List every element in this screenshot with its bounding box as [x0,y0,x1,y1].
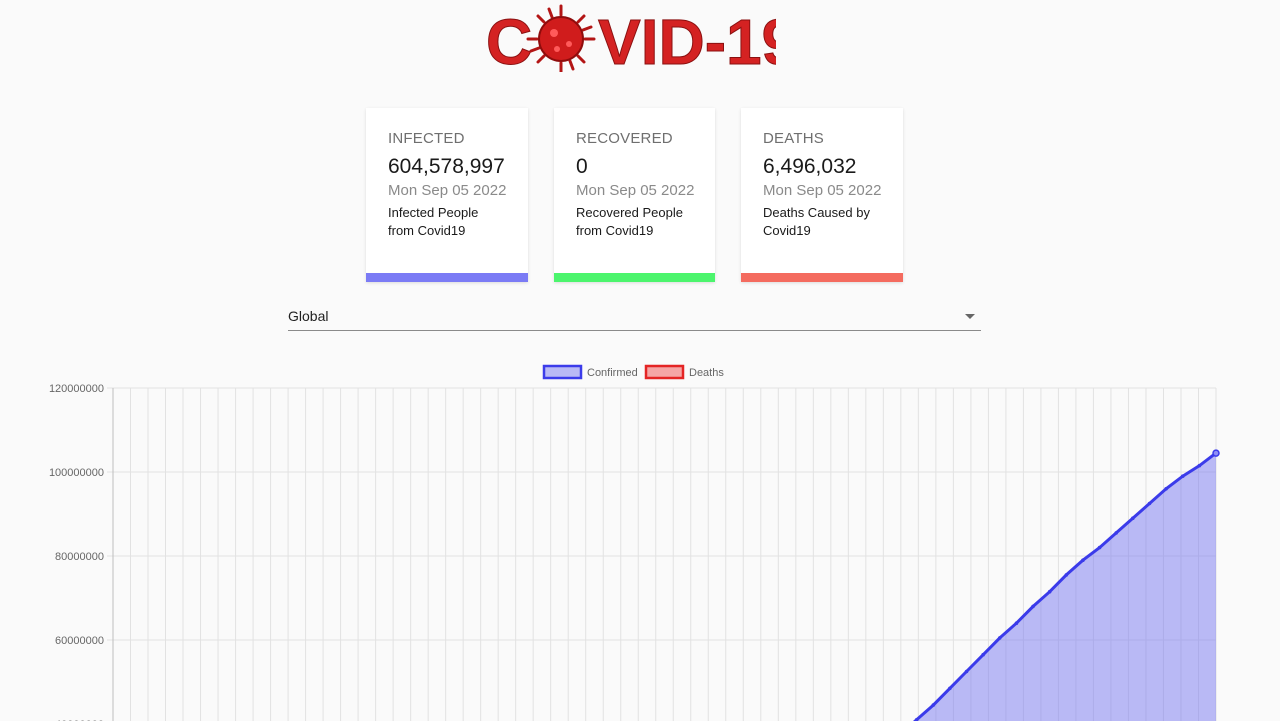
dropdown-arrow-icon [965,314,975,319]
infected-card: INFECTED 604,578,997 Mon Sep 05 2022 Inf… [366,108,528,282]
confirmed-point [1081,558,1085,562]
chart-legend: Confirmed Deaths [542,364,724,380]
card-description: Infected People from Covid19 [388,205,479,238]
confirmed-point [1197,463,1202,468]
country-select[interactable]: Global [288,300,981,331]
card-description: Deaths Caused by Covid19 [763,205,870,238]
card-date: Mon Sep 05 2022 [763,182,882,199]
card-date: Mon Sep 05 2022 [388,182,507,199]
confirmed-point [1031,604,1035,609]
card-color-bar [366,273,528,282]
card-color-bar [741,273,903,282]
confirmed-point [1014,621,1019,625]
deaths-card: DEATHS 6,496,032 Mon Sep 05 2022 Deaths … [741,108,903,282]
confirmed-point [997,636,1002,640]
confirmed-point [1097,545,1102,550]
card-title: INFECTED [388,130,465,147]
confirmed-point [1180,474,1185,478]
confirmed-point [948,686,952,691]
logo-text-vid19: VID-19 [598,6,776,72]
y-tick-label: 60000000 [55,635,104,647]
cases-chart: 1200000001000000008000000060000000400000… [49,364,1220,721]
card-title: RECOVERED [576,130,673,147]
confirmed-point [1164,487,1168,491]
confirmed-point [981,652,985,657]
legend-label-deaths: Deaths [689,367,724,379]
chart-axes: 1200000001000000008000000060000000400000… [49,383,114,721]
legend-swatch-confirmed [542,364,583,380]
confirmed-point [1131,516,1135,520]
card-date: Mon Sep 05 2022 [576,182,695,199]
card-value: 6,496,032 [763,155,857,178]
card-color-bar [554,273,715,282]
confirmed-point [931,703,936,707]
country-select-value: Global [288,308,329,324]
card-value: 604,578,997 [388,155,505,178]
card-title: DEATHS [763,130,824,147]
virus-icon [526,4,596,72]
legend-swatch-deaths [644,364,685,380]
confirmed-last-point [1212,449,1220,457]
y-tick-label: 80000000 [55,551,104,563]
confirmed-point [1064,573,1069,577]
y-tick-label: 120000000 [49,383,104,395]
covid-19-logo: C VID-19 [486,4,776,72]
card-description: Recovered People from Covid19 [576,205,683,238]
legend-label-confirmed: Confirmed [587,367,638,379]
confirmed-point [1147,501,1152,506]
confirmed-point [1114,531,1119,535]
y-tick-label: 100000000 [49,467,104,479]
logo-text-c: C [486,6,532,72]
stats-cards: INFECTED 604,578,997 Mon Sep 05 2022 Inf… [366,108,903,282]
card-value: 0 [576,155,588,178]
recovered-card: RECOVERED 0 Mon Sep 05 2022 Recovered Pe… [554,108,715,282]
confirmed-point [1047,589,1052,594]
confirmed-point [964,669,969,674]
